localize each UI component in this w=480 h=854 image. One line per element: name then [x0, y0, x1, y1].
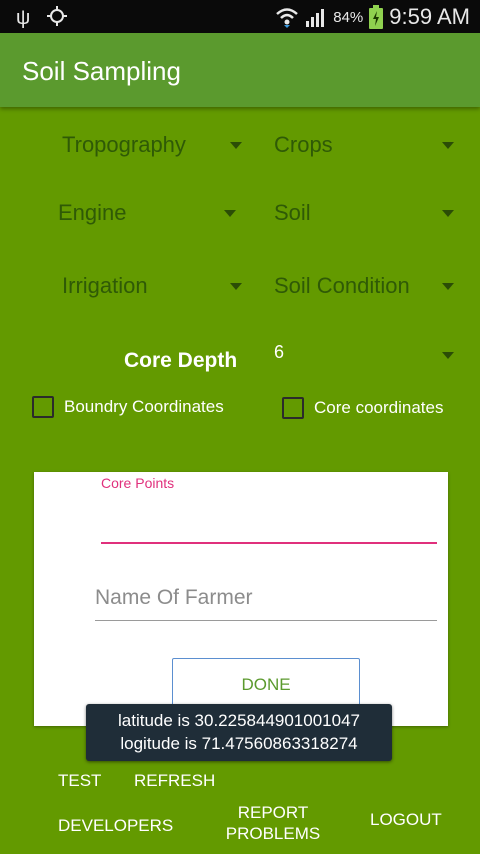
- boundary-coordinates-label: Boundry Coordinates: [64, 397, 224, 416]
- wifi-icon: [276, 8, 299, 28]
- core-depth-label: Core Depth: [124, 349, 238, 372]
- soil-condition-spinner-label: Soil Condition: [274, 273, 410, 298]
- engine-spinner[interactable]: Engine: [58, 194, 236, 234]
- checkbox-box[interactable]: [32, 396, 54, 418]
- chevron-down-icon: [442, 283, 454, 290]
- core-depth-value: 6: [274, 342, 285, 362]
- soil-spinner-label: Soil: [274, 200, 311, 225]
- report-problems-button[interactable]: REPORT PROBLEMS: [222, 802, 324, 844]
- soil-spinner[interactable]: Soil: [274, 194, 454, 234]
- boundary-coordinates-checkbox[interactable]: Boundry Coordinates: [32, 396, 224, 418]
- core-points-label: Core Points: [101, 475, 175, 491]
- app-title: Soil Sampling: [22, 56, 181, 86]
- usb-icon: ψ: [16, 7, 31, 29]
- topography-spinner[interactable]: Tropography: [62, 126, 242, 166]
- report-problems-line2: PROBLEMS: [225, 824, 321, 843]
- report-problems-line1: REPORT: [237, 803, 309, 822]
- refresh-button[interactable]: REFRESH: [134, 771, 215, 791]
- done-button-label: DONE: [241, 675, 291, 694]
- longitude-text: logitude is 71.47560863318274: [120, 734, 358, 753]
- irrigation-spinner-label: Irrigation: [62, 273, 148, 298]
- chevron-down-icon: [442, 352, 454, 359]
- chevron-down-icon: [224, 210, 236, 217]
- developers-button[interactable]: DEVELOPERS: [58, 816, 173, 836]
- status-bar: ψ 84% 9:59 AM: [0, 0, 480, 33]
- farmer-name-input[interactable]: Name Of Farmer: [95, 580, 437, 621]
- checkbox-box[interactable]: [282, 397, 304, 419]
- form-card: Core Points Name Of Farmer DONE: [34, 472, 448, 726]
- chevron-down-icon: [230, 283, 242, 290]
- logout-button[interactable]: LOGOUT: [370, 810, 442, 830]
- clock: 9:59 AM: [389, 4, 470, 29]
- battery-percent: 84%: [333, 8, 364, 26]
- app-bar: Soil Sampling: [0, 33, 480, 107]
- location-toast: latitude is 30.225844901001047 logitude …: [86, 704, 392, 761]
- irrigation-spinner[interactable]: Irrigation: [62, 267, 242, 307]
- signal-icon: [306, 9, 325, 27]
- status-left-icons: ψ: [16, 5, 68, 30]
- farmer-name-placeholder: Name Of Farmer: [95, 586, 253, 609]
- core-coordinates-checkbox[interactable]: Core coordinates: [282, 397, 443, 419]
- topography-spinner-label: Tropography: [62, 132, 186, 157]
- soil-condition-spinner[interactable]: Soil Condition: [274, 267, 454, 307]
- test-button[interactable]: TEST: [58, 771, 101, 791]
- chevron-down-icon: [230, 142, 242, 149]
- chevron-down-icon: [442, 142, 454, 149]
- core-points-input[interactable]: [101, 494, 437, 544]
- crops-spinner-label: Crops: [274, 132, 333, 157]
- core-depth-spinner[interactable]: 6: [274, 336, 454, 376]
- gps-icon: [46, 6, 67, 26]
- chevron-down-icon: [442, 210, 454, 217]
- latitude-text: latitude is 30.225844901001047: [118, 711, 360, 730]
- status-right-icons: 84% 9:59 AM: [275, 4, 470, 30]
- battery-charging-icon: [369, 5, 384, 29]
- core-coordinates-label: Core coordinates: [314, 398, 444, 417]
- engine-spinner-label: Engine: [58, 200, 127, 225]
- crops-spinner[interactable]: Crops: [274, 126, 454, 166]
